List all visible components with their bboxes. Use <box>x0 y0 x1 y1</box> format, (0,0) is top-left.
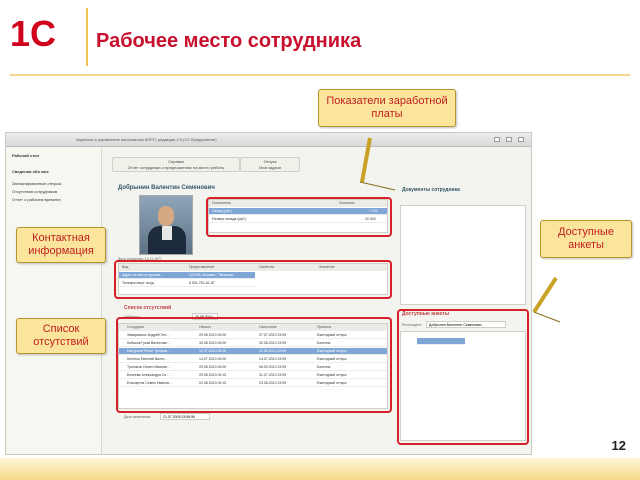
absences-date-field[interactable]: 21.07.2009 23:59:59 <box>160 413 210 420</box>
app-titlebar: Зарплата и управление персоналом КОРП, р… <box>6 133 531 147</box>
callout-forms: Доступные анкеты <box>540 220 632 258</box>
left-panel-item[interactable]: Отчет о рабочем времени <box>12 197 60 202</box>
left-panel-item[interactable]: Отсутствия сотрудников <box>12 189 57 194</box>
footer-band <box>0 458 640 480</box>
employee-name: Добрынин Валентин Семенович <box>118 185 215 191</box>
photo-shirt <box>162 226 172 240</box>
1c-logo-icon: 1С <box>10 13 56 52</box>
callout-salary: Показатели заработной платы <box>318 89 456 127</box>
absences-title: Список отсутствий <box>124 305 172 311</box>
close-icon[interactable] <box>518 137 524 142</box>
toolbar-button-subtitle: Отчет сотрудника о предложениях на место… <box>127 165 225 170</box>
header-rule <box>10 74 630 76</box>
forms-highlight <box>397 309 529 445</box>
employee-photo <box>139 195 193 255</box>
documents-panel <box>400 205 526 305</box>
pointer-forms-tip <box>533 311 561 323</box>
slide: 1С Рабочее место сотрудника Зарплата и у… <box>0 0 640 480</box>
salary-highlight <box>206 197 392 237</box>
contacts-highlight <box>114 260 392 299</box>
photo-head <box>158 206 174 226</box>
documents-title: Документы сотрудника <box>402 187 460 193</box>
page-number: 12 <box>611 438 626 453</box>
minimize-icon[interactable] <box>494 137 500 142</box>
toolbar-button-vacation[interactable]: Отпуск Мои задачи <box>240 157 300 172</box>
toolbar-button-subtitle: Мои задачи <box>259 165 281 170</box>
callout-contacts: Контактная информация <box>16 227 106 263</box>
maximize-icon[interactable] <box>506 137 512 142</box>
app-window-title: Зарплата и управление персоналом КОРП, р… <box>76 137 217 142</box>
left-panel-item[interactable]: Сведения обо мне <box>12 169 49 174</box>
logo-text: 1С <box>10 13 56 52</box>
absences-highlight <box>116 317 392 413</box>
left-panel-item[interactable]: Запланированные отпуска <box>12 181 61 186</box>
left-panel-item[interactable]: Рабочий стол <box>12 153 39 158</box>
app-left-panel: Рабочий стол Сведения обо мне Запланиров… <box>6 147 102 454</box>
app-screenshot: Зарплата и управление персоналом КОРП, р… <box>5 132 532 455</box>
callout-absences: Список отсутствий <box>16 318 106 354</box>
slide-title: Рабочее место сотрудника <box>96 30 362 52</box>
absences-date-label: Дата изменения: <box>124 415 152 419</box>
toolbar-button-reports[interactable]: Справки Отчет сотрудника о предложениях … <box>112 157 240 172</box>
pointer-forms <box>532 276 558 314</box>
app-toolbar: Справки Отчет сотрудника о предложениях … <box>106 155 530 173</box>
header-divider <box>86 8 88 66</box>
